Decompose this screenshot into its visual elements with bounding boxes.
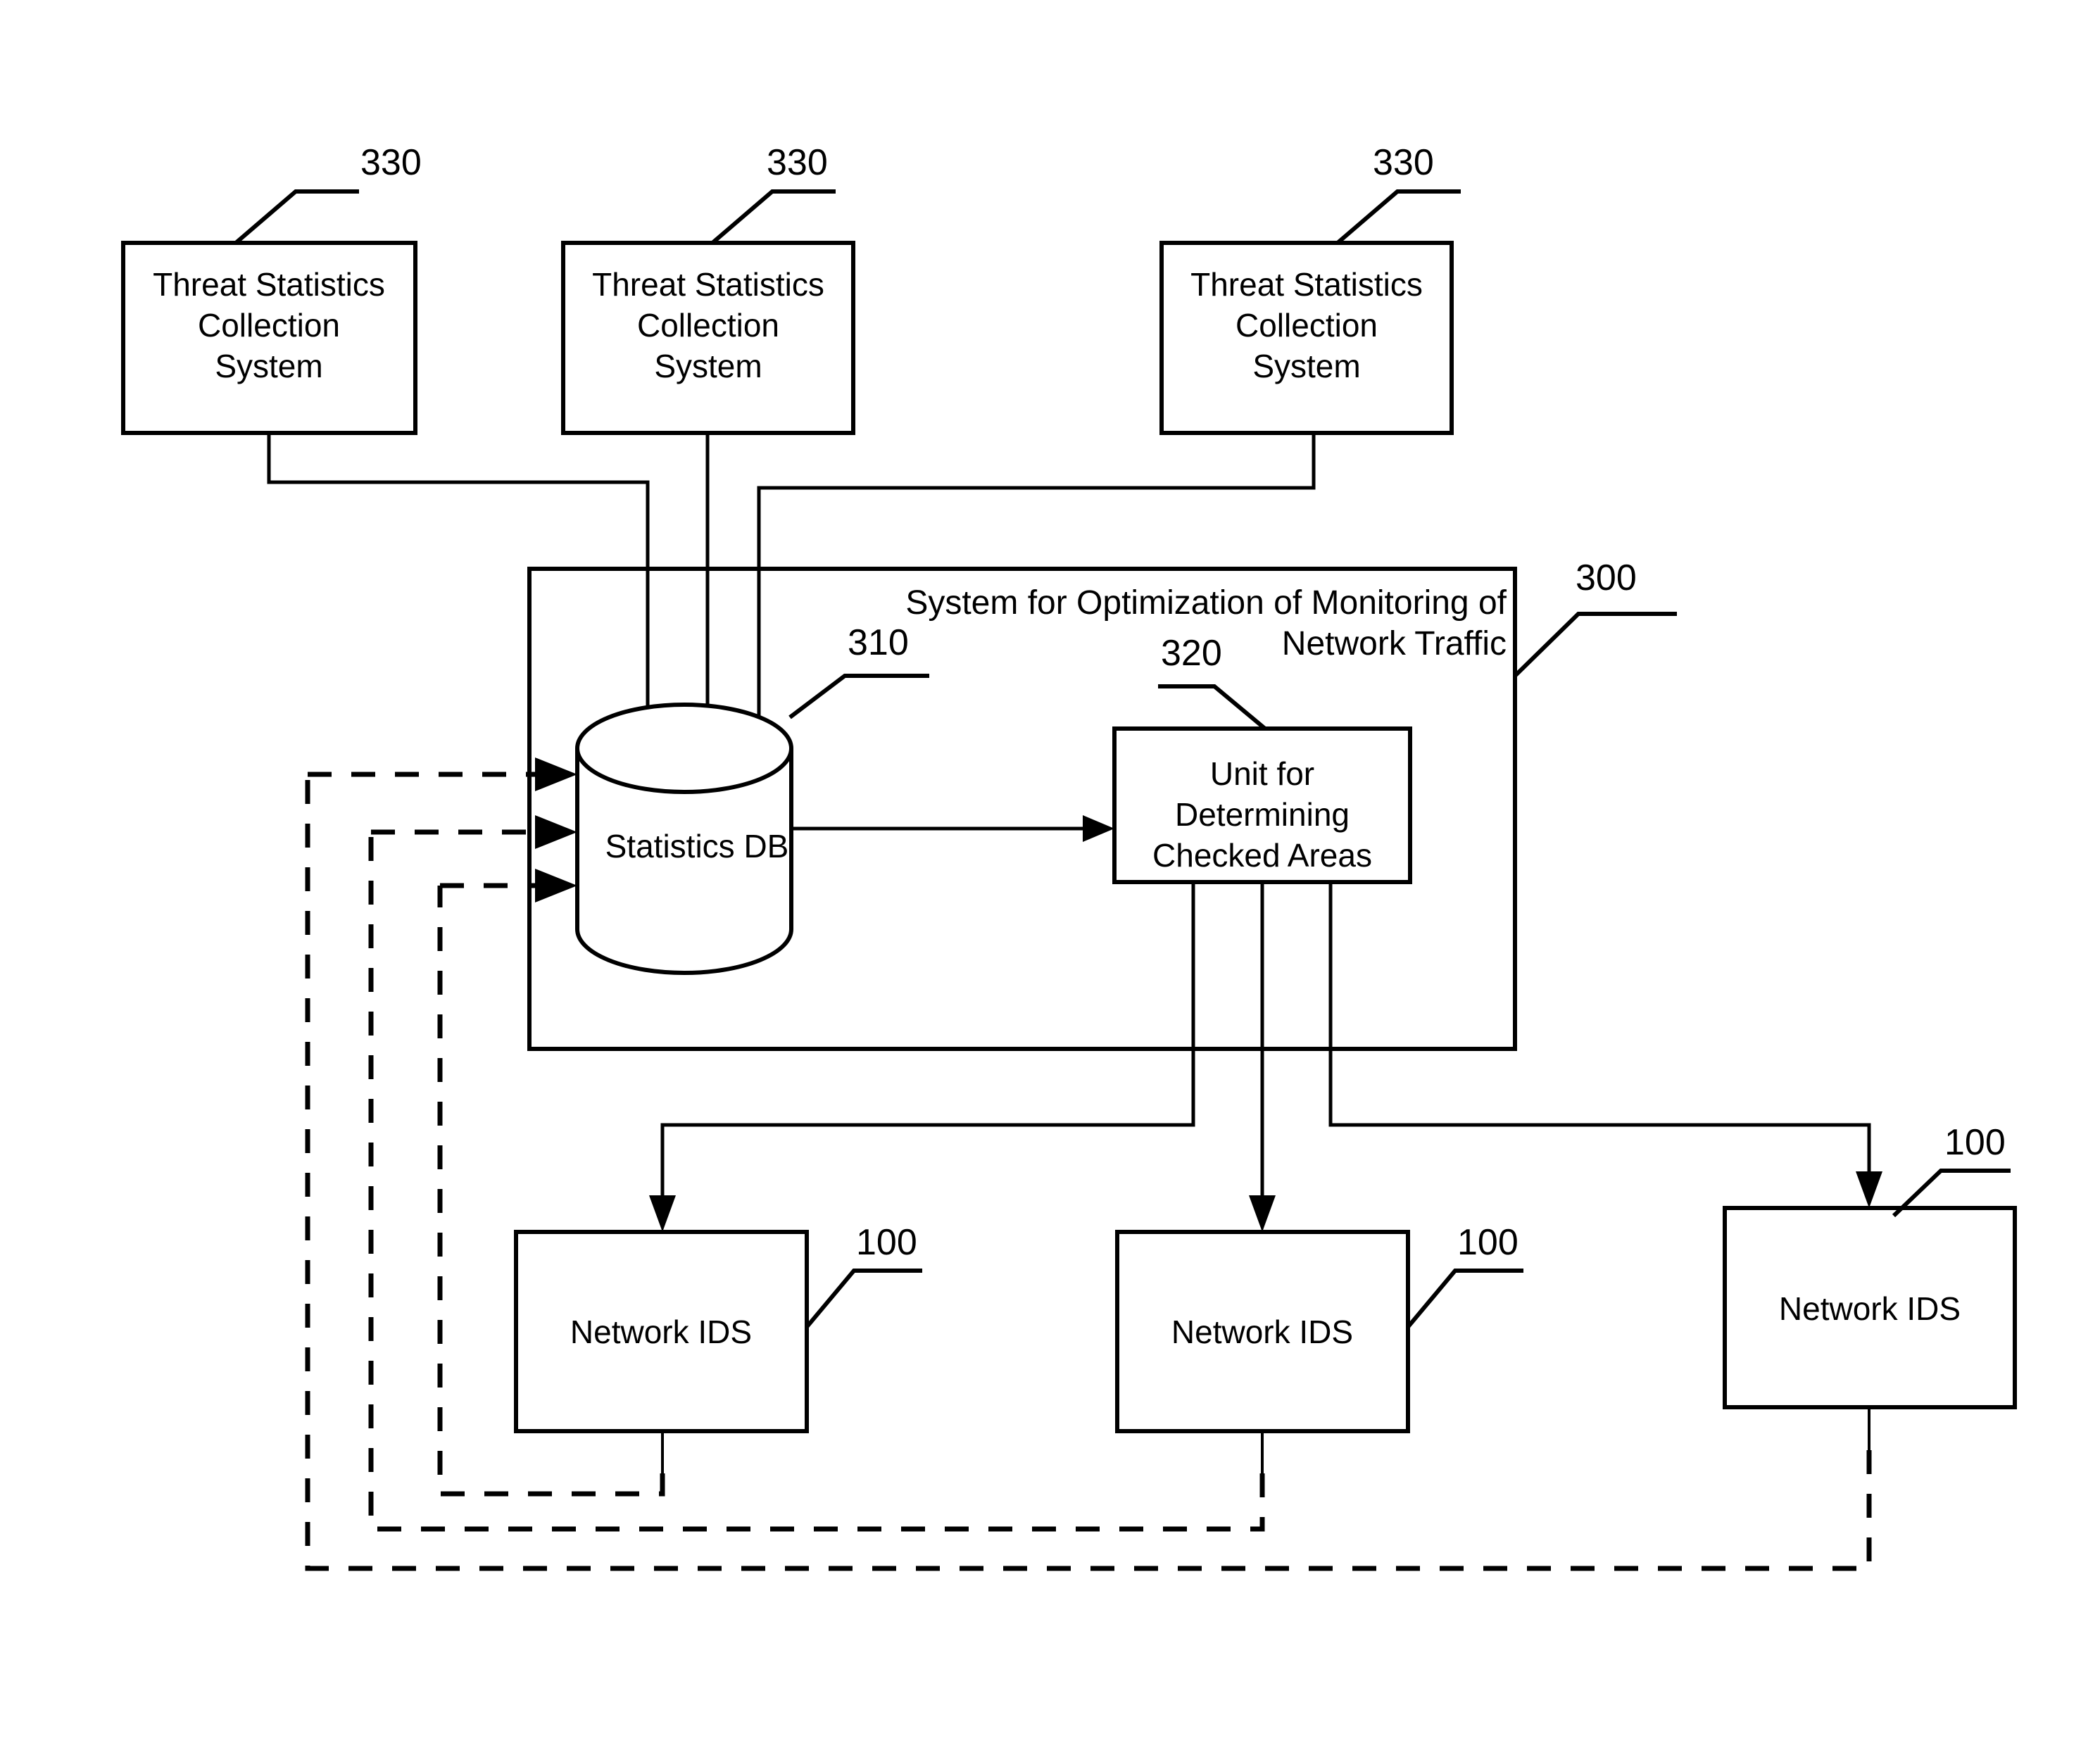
collector-1-label-line1: Threat Statistics: [153, 266, 385, 303]
unit-label-line1: Unit for: [1210, 755, 1314, 792]
leader-line-320: [1158, 684, 1266, 731]
ref-label-330-1: 330: [360, 142, 422, 183]
leader-line-330-3: [1336, 189, 1461, 245]
network-ids-label-1: Network IDS: [570, 1314, 752, 1350]
ids2-feedback-arrowhead: [535, 815, 577, 849]
ids1-feedback-arrowhead: [535, 869, 577, 902]
ref-label-310: 310: [848, 622, 909, 663]
collector-2-label-line2: Collection: [637, 307, 779, 344]
system-title-line1: System for Optimization of Monitoring of: [905, 584, 1507, 622]
system-title-line2: Network Traffic: [1282, 625, 1507, 662]
collector-2-label-line1: Threat Statistics: [592, 266, 824, 303]
statistics-db-label: Statistics DB: [605, 828, 789, 864]
statistics-db-cylinder-top: [575, 703, 793, 794]
leader-line-310: [788, 674, 929, 719]
unit-label-line2: Determining: [1175, 796, 1350, 833]
leader-line-330-1: [234, 189, 359, 245]
ref-label-300: 300: [1576, 558, 1637, 598]
collector-3-label-line2: Collection: [1236, 307, 1378, 344]
network-ids-label-2: Network IDS: [1171, 1314, 1353, 1350]
collector1-to-db-line: [267, 433, 650, 734]
unit-to-ids1-arrowhead: [649, 1195, 676, 1232]
collector3-to-db-line: [757, 433, 1316, 734]
leader-line-100-2: [1406, 1269, 1523, 1328]
collector-3-label-line3: System: [1252, 348, 1360, 384]
ref-label-320: 320: [1161, 633, 1222, 674]
network-ids-label-3: Network IDS: [1779, 1290, 1961, 1327]
unit-label-line3: Checked Areas: [1152, 837, 1372, 874]
collector-1-label-line3: System: [215, 348, 322, 384]
collector-2-label-line3: System: [654, 348, 762, 384]
ref-label-100-1: 100: [856, 1222, 917, 1263]
unit-to-ids3-arrowhead: [1856, 1171, 1882, 1208]
db-to-unit-arrowhead: [1083, 815, 1114, 842]
diagram-canvas: 330 330 330 Threat Statistics Collection…: [121, 142, 2017, 1571]
ids3-feedback-arrowhead: [535, 757, 577, 791]
ref-label-330-3: 330: [1373, 142, 1434, 183]
leader-line-300: [1513, 612, 1677, 678]
ref-label-100-2: 100: [1457, 1222, 1519, 1263]
ref-label-100-3: 100: [1944, 1122, 2006, 1163]
collector-1-label-line2: Collection: [198, 307, 340, 344]
unit-to-ids3-line: [1328, 882, 1871, 1171]
unit-to-ids2-arrowhead: [1249, 1195, 1276, 1232]
patent-figure: 330 330 330 Threat Statistics Collection…: [0, 0, 2100, 1743]
leader-line-330-2: [711, 189, 836, 245]
ref-label-330-2: 330: [767, 142, 828, 183]
leader-line-100-1: [805, 1269, 922, 1328]
collector-3-label-line1: Threat Statistics: [1190, 266, 1423, 303]
